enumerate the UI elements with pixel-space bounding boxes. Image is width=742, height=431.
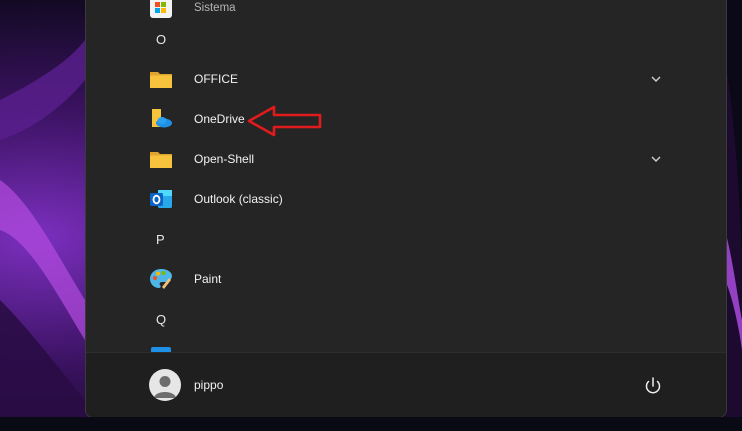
letter-header-q[interactable]: Q: [86, 299, 726, 339]
chevron-down-icon[interactable]: [648, 71, 664, 87]
app-label: Sistema: [194, 2, 236, 14]
app-label: OneDrive: [194, 112, 245, 126]
letter-label: Q: [156, 311, 167, 327]
folder-icon: [150, 152, 172, 168]
chevron-down-icon[interactable]: [648, 151, 664, 167]
start-menu-panel: Sistema O OFFICE OneDrive Open-Shell Out…: [85, 0, 727, 418]
user-name[interactable]: pippo: [194, 378, 223, 392]
taskbar-edge: [0, 417, 742, 431]
onedrive-icon: [152, 109, 172, 128]
outlook-icon: [150, 190, 172, 208]
letter-header-p[interactable]: P: [86, 219, 726, 259]
list-item-outlook[interactable]: Outlook (classic): [86, 179, 726, 219]
all-apps-list[interactable]: Sistema O OFFICE OneDrive Open-Shell Out…: [86, 0, 726, 352]
list-item-open-shell-folder[interactable]: Open-Shell: [86, 139, 726, 179]
user-avatar-icon[interactable]: [149, 369, 181, 401]
start-menu-footer: pippo: [86, 352, 726, 417]
list-item-onedrive[interactable]: OneDrive: [86, 99, 726, 139]
windows-tools-icon: [150, 0, 172, 18]
red-annotation-arrow: [247, 105, 322, 137]
letter-label: O: [156, 31, 167, 47]
list-item-office-folder[interactable]: OFFICE: [86, 59, 726, 99]
app-label: OFFICE: [194, 72, 238, 86]
app-label: Outlook (classic): [194, 192, 283, 206]
letter-label: P: [156, 231, 165, 247]
list-item-paint[interactable]: Paint: [86, 259, 726, 299]
paint-icon: [150, 269, 172, 289]
letter-header-o[interactable]: O: [86, 19, 726, 59]
app-label: Open-Shell: [194, 152, 255, 166]
list-item-partial[interactable]: [86, 339, 726, 352]
app-label: Paint: [194, 272, 222, 286]
folder-icon: [150, 72, 172, 88]
power-icon[interactable]: [642, 375, 664, 397]
